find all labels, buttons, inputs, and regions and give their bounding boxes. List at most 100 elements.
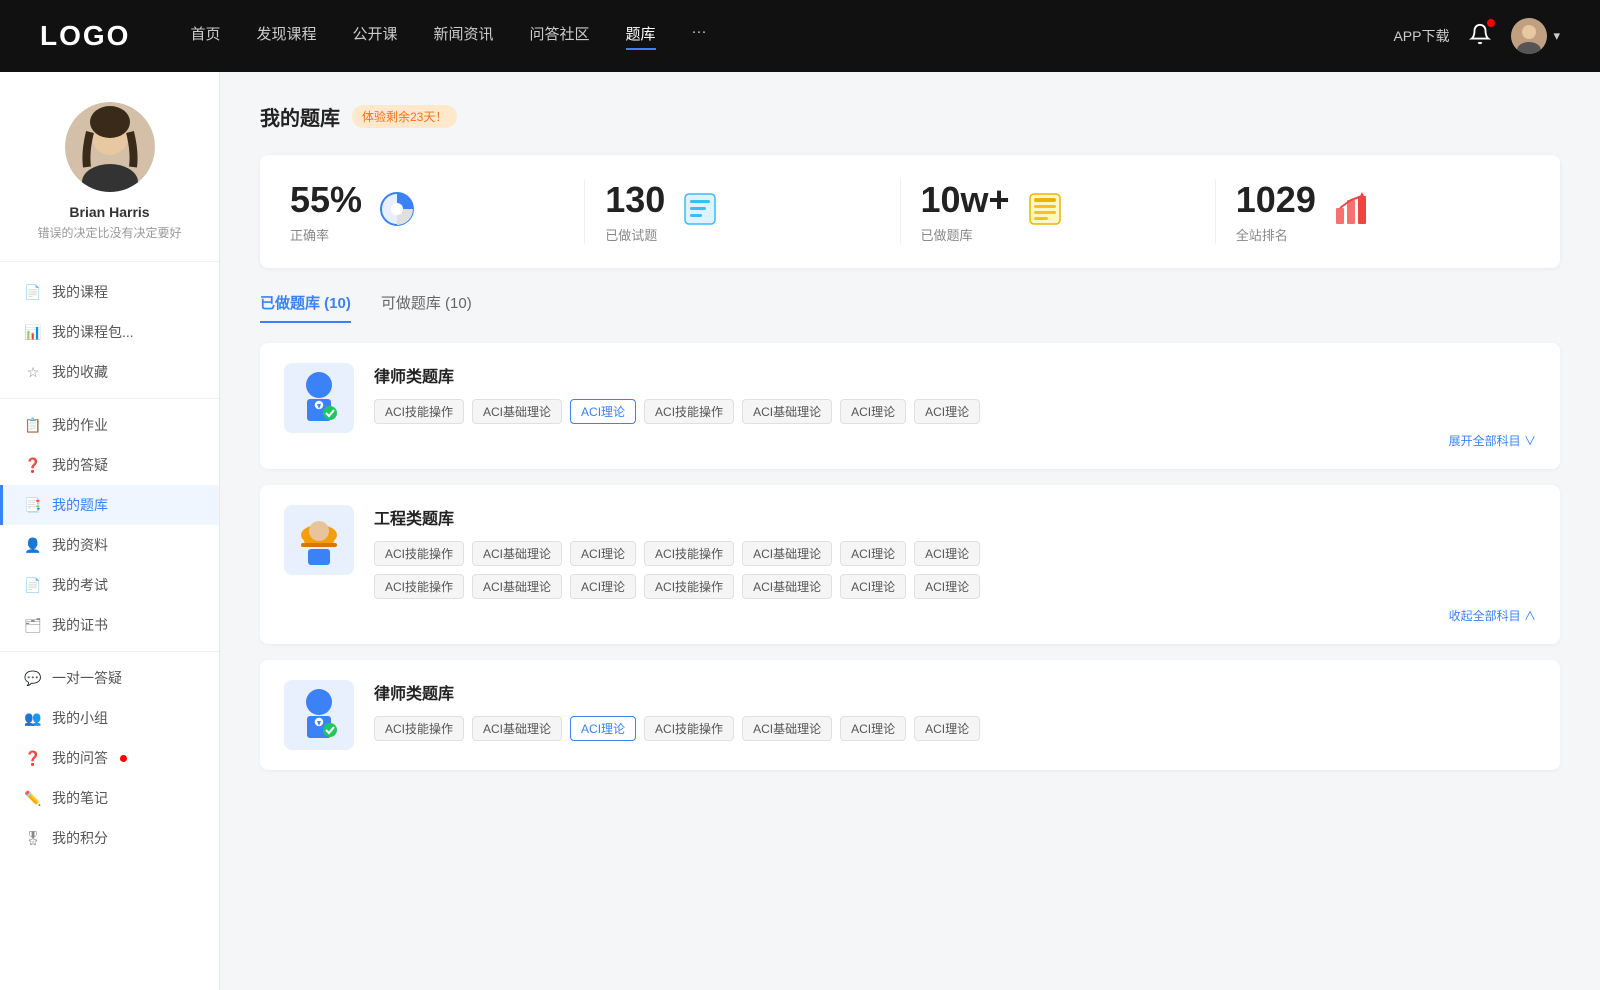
bank-tag[interactable]: ACI基础理论 xyxy=(472,541,562,566)
bank-tag[interactable]: ACI理论 xyxy=(840,716,906,741)
nav-menu: 首页 发现课程 公开课 新闻资讯 问答社区 题库 ··· xyxy=(190,23,1393,50)
sidebar-item-group[interactable]: 👥 我的小组 xyxy=(0,698,219,738)
bank-tags-engineer-row1: ACI技能操作 ACI基础理论 ACI理论 ACI技能操作 ACI基础理论 AC… xyxy=(374,541,1536,566)
page-title: 我的题库 xyxy=(260,102,340,131)
nav-qa[interactable]: 问答社区 xyxy=(530,23,590,50)
sidebar-item-notes[interactable]: ✏️ 我的笔记 xyxy=(0,778,219,818)
nav-discover[interactable]: 发现课程 xyxy=(256,23,316,50)
bank-icon: 📑 xyxy=(24,496,42,514)
stat-rank: 1029 全站排名 xyxy=(1216,179,1530,244)
bank-card-lawyer-1: 律师类题库 ACI技能操作 ACI基础理论 ACI理论 ACI技能操作 ACI基… xyxy=(260,343,1560,469)
notification-bell[interactable] xyxy=(1469,23,1491,50)
app-download-button[interactable]: APP下载 xyxy=(1393,26,1449,46)
page-header: 我的题库 体验剩余23天！ xyxy=(260,102,1560,131)
bank-tag-selected[interactable]: ACI理论 xyxy=(570,716,636,741)
sidebar-profile: Brian Harris 错误的决定比没有决定要好 xyxy=(0,102,219,262)
sidebar-item-homework[interactable]: 📋 我的作业 xyxy=(0,405,219,445)
bank-tag[interactable]: ACI基础理论 xyxy=(472,716,562,741)
sidebar-item-1on1-qa[interactable]: 💬 一对一答疑 xyxy=(0,658,219,698)
sidebar-item-points[interactable]: 🎖 我的积分 xyxy=(0,818,219,858)
sidebar-item-exam[interactable]: 📄 我的考试 xyxy=(0,565,219,605)
bank-tag[interactable]: ACI基础理论 xyxy=(472,399,562,424)
sidebar-avatar xyxy=(65,102,155,192)
bank-tag[interactable]: ACI理论 xyxy=(914,399,980,424)
points-icon: 🎖 xyxy=(24,829,42,847)
stat-done-questions-value: 130 xyxy=(605,179,665,221)
nav-more[interactable]: ··· xyxy=(692,23,707,50)
sidebar-item-certificate[interactable]: 🗂 我的证书 xyxy=(0,605,219,645)
bank-tag[interactable]: ACI理论 xyxy=(914,541,980,566)
homework-icon: 📋 xyxy=(24,416,42,434)
bank-card-engineer: 工程类题库 ACI技能操作 ACI基础理论 ACI理论 ACI技能操作 ACI基… xyxy=(260,485,1560,644)
bank-tag[interactable]: ACI技能操作 xyxy=(374,541,464,566)
bank-tag[interactable]: ACI理论 xyxy=(570,574,636,599)
exam-icon: 📄 xyxy=(24,576,42,594)
bank-tag[interactable]: ACI理论 xyxy=(914,716,980,741)
sidebar-item-bank[interactable]: 📑 我的题库 xyxy=(0,485,219,525)
course-icon: 📄 xyxy=(24,283,42,301)
sidebar-item-profile[interactable]: 👤 我的资料 xyxy=(0,525,219,565)
bank-tag[interactable]: ACI技能操作 xyxy=(374,399,464,424)
bank-tag-selected[interactable]: ACI理论 xyxy=(570,399,636,424)
bank-tag[interactable]: ACI基础理论 xyxy=(742,399,832,424)
stat-done-banks-value: 10w+ xyxy=(921,179,1010,221)
bank-tag[interactable]: ACI基础理论 xyxy=(742,541,832,566)
bank-tag[interactable]: ACI理论 xyxy=(914,574,980,599)
stat-accuracy-icon xyxy=(378,190,416,233)
bank-tag[interactable]: ACI技能操作 xyxy=(644,399,734,424)
bank-card-lawyer-2: 律师类题库 ACI技能操作 ACI基础理论 ACI理论 ACI技能操作 ACI基… xyxy=(260,660,1560,770)
bank-tag[interactable]: ACI技能操作 xyxy=(644,541,734,566)
sidebar-item-course-package[interactable]: 📊 我的课程包... xyxy=(0,312,219,352)
stat-done-questions-label: 已做试题 xyxy=(605,225,665,244)
bank-tag[interactable]: ACI理论 xyxy=(840,399,906,424)
bank-tag[interactable]: ACI理论 xyxy=(570,541,636,566)
tab-available-banks[interactable]: 可做题库 (10) xyxy=(381,292,472,323)
favorites-icon: ☆ xyxy=(24,363,42,381)
sidebar-item-favorites[interactable]: ☆ 我的收藏 xyxy=(0,352,219,392)
sidebar: Brian Harris 错误的决定比没有决定要好 📄 我的课程 📊 我的课程包… xyxy=(0,72,220,990)
nav-news[interactable]: 新闻资讯 xyxy=(434,23,494,50)
bank-title-engineer: 工程类题库 xyxy=(374,505,1536,529)
1on1-icon: 💬 xyxy=(24,669,42,687)
group-icon: 👥 xyxy=(24,709,42,727)
my-qa-icon: ❓ xyxy=(24,749,42,767)
stat-accuracy-label: 正确率 xyxy=(290,225,362,244)
bank-title-lawyer-1: 律师类题库 xyxy=(374,363,1536,387)
qa-icon: ❓ xyxy=(24,456,42,474)
bank-tag[interactable]: ACI理论 xyxy=(840,574,906,599)
sidebar-menu: 📄 我的课程 📊 我的课程包... ☆ 我的收藏 📋 我的作业 ❓ 我的答疑 � xyxy=(0,262,219,858)
sidebar-item-my-qa[interactable]: ❓ 我的问答 xyxy=(0,738,219,778)
stat-done-banks-label: 已做题库 xyxy=(921,225,1010,244)
user-avatar-button[interactable]: ▾ xyxy=(1511,18,1560,54)
bank-tag[interactable]: ACI技能操作 xyxy=(644,574,734,599)
expand-link-2[interactable]: 收起全部科目 ∧ xyxy=(374,607,1536,624)
bank-tag[interactable]: ACI技能操作 xyxy=(374,574,464,599)
bank-tag[interactable]: ACI技能操作 xyxy=(644,716,734,741)
logo[interactable]: LOGO xyxy=(40,20,130,52)
nav-bank[interactable]: 题库 xyxy=(626,23,656,50)
nav-mooc[interactable]: 公开课 xyxy=(352,23,397,50)
bank-icon-lawyer-2 xyxy=(284,680,354,750)
tabs-container: 已做题库 (10) 可做题库 (10) xyxy=(260,292,1560,323)
expand-link-1[interactable]: 展开全部科目 ∨ xyxy=(374,432,1536,449)
bank-tag[interactable]: ACI基础理论 xyxy=(472,574,562,599)
main-layout: Brian Harris 错误的决定比没有决定要好 📄 我的课程 📊 我的课程包… xyxy=(0,72,1600,990)
bank-tag[interactable]: ACI基础理论 xyxy=(742,574,832,599)
profile-icon: 👤 xyxy=(24,536,42,554)
bank-tag[interactable]: ACI技能操作 xyxy=(374,716,464,741)
sidebar-item-qa[interactable]: ❓ 我的答疑 xyxy=(0,445,219,485)
bank-tag[interactable]: ACI理论 xyxy=(840,541,906,566)
tab-done-banks[interactable]: 已做题库 (10) xyxy=(260,292,351,323)
stat-done-banks-icon xyxy=(1026,190,1064,233)
sidebar-divider-2 xyxy=(0,651,219,652)
stat-done-questions: 130 已做试题 xyxy=(585,179,900,244)
sidebar-item-my-course[interactable]: 📄 我的课程 xyxy=(0,272,219,312)
stat-accuracy: 55% 正确率 xyxy=(290,179,585,244)
bank-tag[interactable]: ACI基础理论 xyxy=(742,716,832,741)
notification-badge xyxy=(1487,19,1495,27)
navbar: LOGO 首页 发现课程 公开课 新闻资讯 问答社区 题库 ··· APP下载 xyxy=(0,0,1600,72)
stat-rank-label: 全站排名 xyxy=(1236,225,1316,244)
course-package-icon: 📊 xyxy=(24,323,42,341)
stat-done-banks: 10w+ 已做题库 xyxy=(901,179,1216,244)
nav-home[interactable]: 首页 xyxy=(190,23,220,50)
